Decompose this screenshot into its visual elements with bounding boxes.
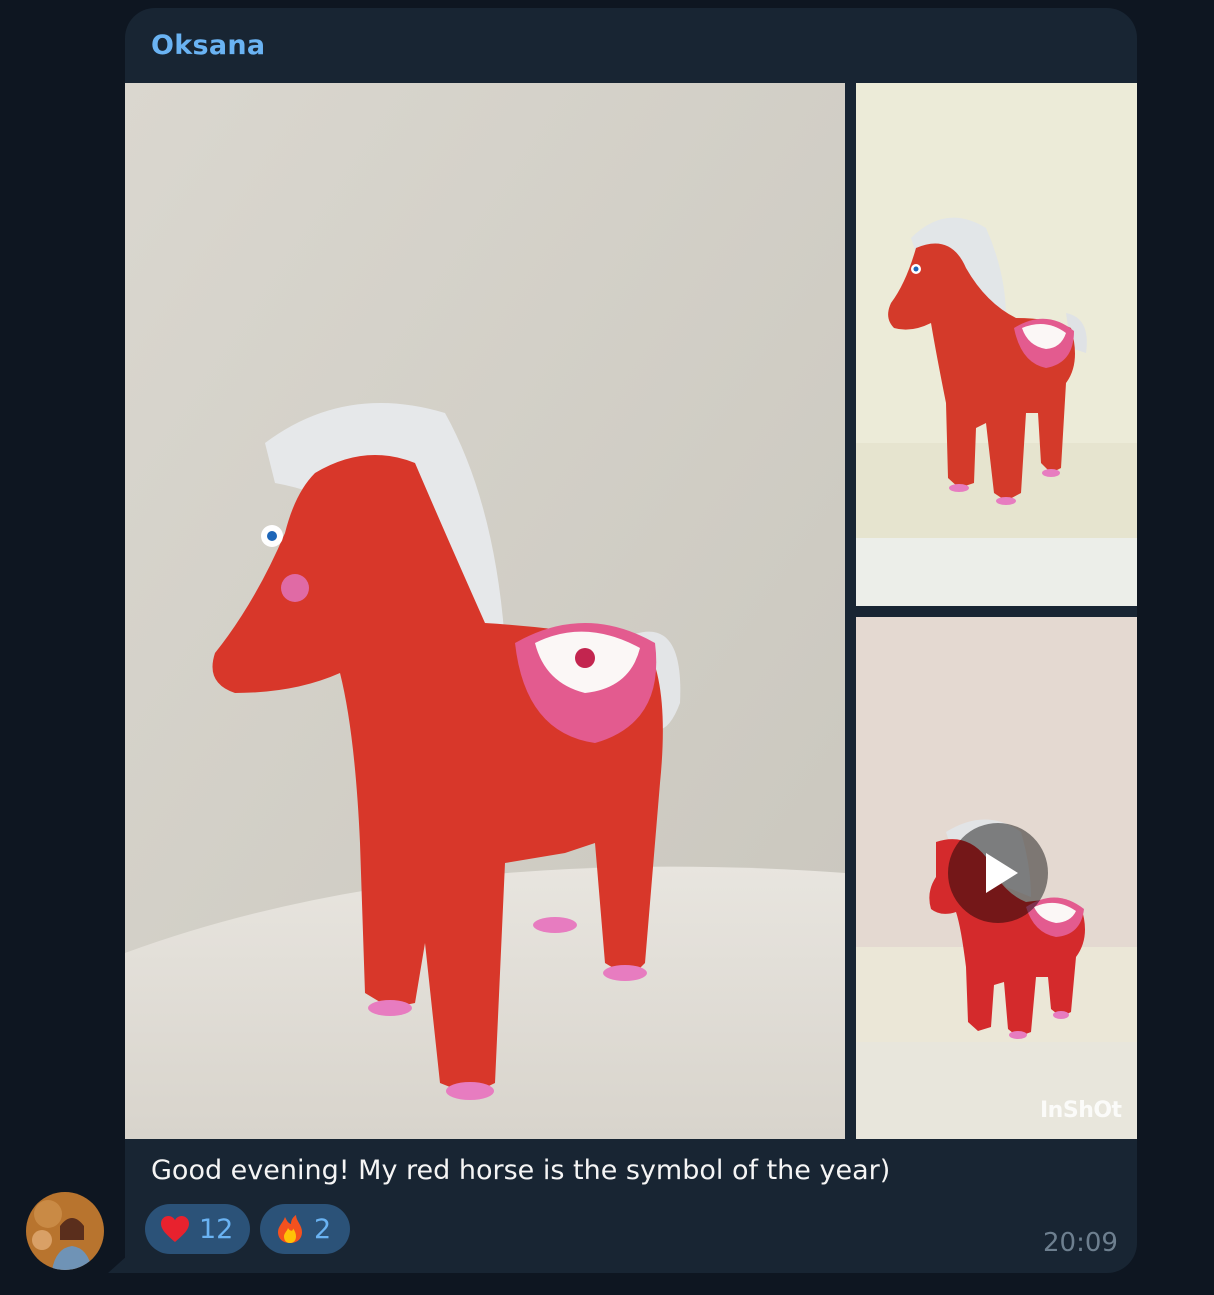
fire-icon [274,1213,306,1245]
avatar[interactable] [26,1192,104,1270]
photo-main[interactable] [125,83,845,1139]
reaction-fire-count: 2 [314,1213,332,1245]
message-timestamp: 20:09 [1043,1228,1118,1258]
reaction-heart-count: 12 [199,1213,234,1245]
message-caption: Goo​d evening! My red horse is the symbo… [151,1155,891,1186]
video-watermark: InShOt [1040,1098,1122,1123]
heart-icon [159,1213,191,1245]
sender-name[interactable]: Oksana [151,30,265,61]
reaction-fire[interactable]: 2 [260,1204,350,1254]
reaction-heart[interactable]: 12 [145,1204,250,1254]
chat-view: Oksana [0,0,1214,1295]
photo-secondary[interactable] [856,83,1137,606]
play-button[interactable] [948,823,1048,923]
